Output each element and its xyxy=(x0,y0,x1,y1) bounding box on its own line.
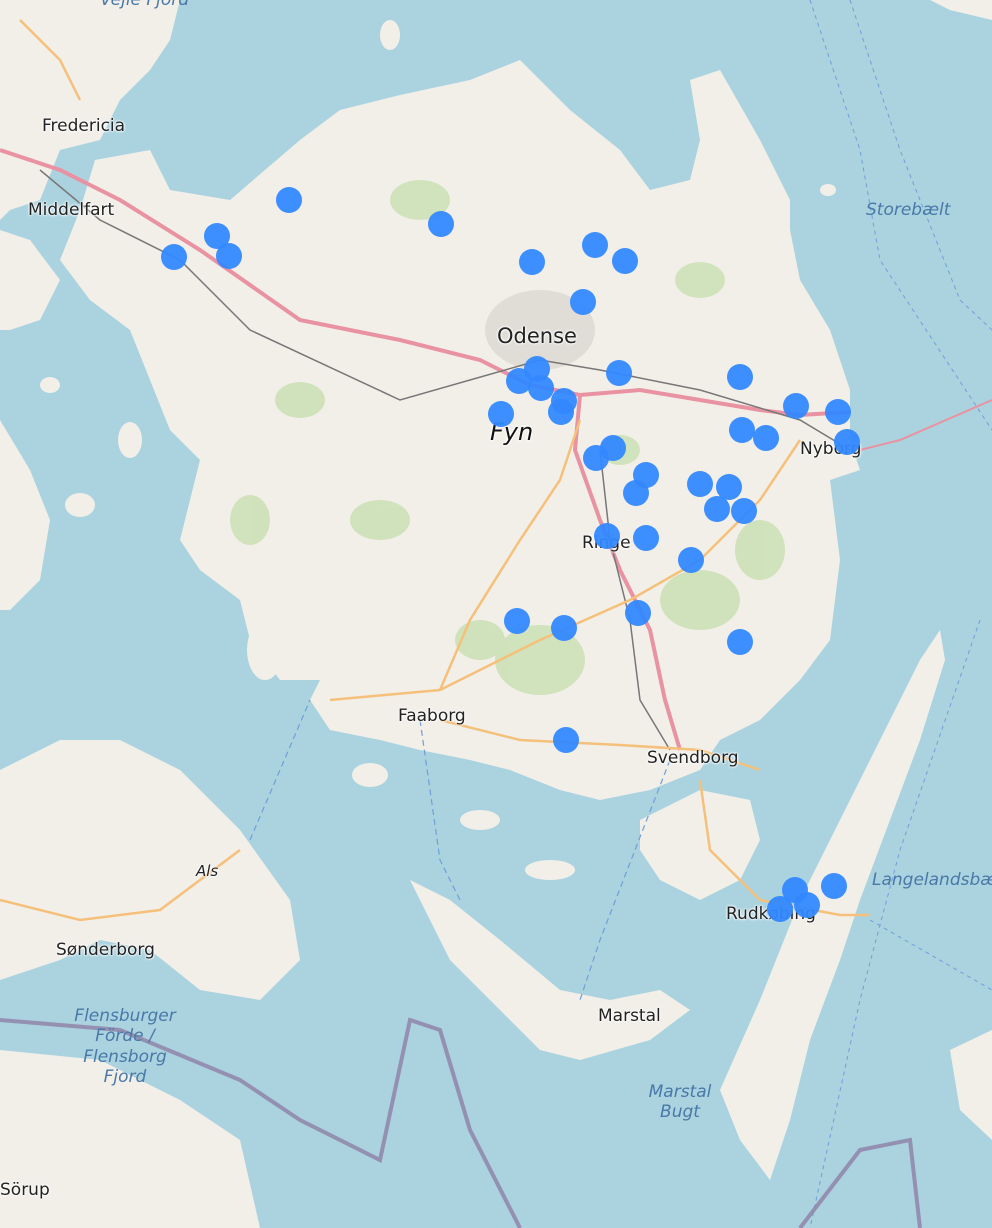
map-marker[interactable] xyxy=(753,425,779,451)
map-marker[interactable] xyxy=(519,249,545,275)
map-marker[interactable] xyxy=(612,248,638,274)
label-langelandsbaelt: Langelandsbælt xyxy=(872,870,992,890)
map-marker[interactable] xyxy=(582,232,608,258)
map-marker[interactable] xyxy=(551,615,577,641)
map-marker[interactable] xyxy=(504,608,530,634)
map-marker[interactable] xyxy=(276,187,302,213)
map-marker[interactable] xyxy=(704,496,730,522)
map-marker[interactable] xyxy=(729,417,755,443)
map-marker[interactable] xyxy=(625,600,651,626)
label-sonderborg: Sønderborg xyxy=(56,940,155,960)
map-marker[interactable] xyxy=(600,435,626,461)
label-marstal: Marstal xyxy=(598,1006,661,1026)
label-flensburger-forde: Flensburger Förde / Flensborg Fjord xyxy=(70,1006,180,1088)
map-marker[interactable] xyxy=(488,401,514,427)
map-marker[interactable] xyxy=(678,547,704,573)
map-marker[interactable] xyxy=(553,727,579,753)
label-faaborg: Faaborg xyxy=(398,706,466,726)
label-middelfart: Middelfart xyxy=(28,200,115,220)
map-marker[interactable] xyxy=(834,429,860,455)
map-marker[interactable] xyxy=(428,211,454,237)
map-marker[interactable] xyxy=(687,471,713,497)
label-marstal-bugt-line1: Marstal xyxy=(648,1082,712,1102)
map-marker[interactable] xyxy=(794,892,820,918)
map-marker[interactable] xyxy=(528,375,554,401)
label-flensburger-line2: Förde / xyxy=(95,1026,155,1047)
label-storebaelt: Storebælt xyxy=(866,200,951,220)
map-marker[interactable] xyxy=(594,523,620,549)
label-marstal-bugt: Marstal Bugt xyxy=(640,1082,720,1123)
map-view[interactable]: Vejle Fjord Fredericia Middelfart Odense… xyxy=(0,0,992,1228)
label-flensburger-line3: Flensborg xyxy=(83,1046,167,1067)
map-marker[interactable] xyxy=(825,399,851,425)
label-marstal-bugt-line2: Bugt xyxy=(660,1102,700,1123)
map-marker[interactable] xyxy=(783,393,809,419)
map-marker[interactable] xyxy=(161,244,187,270)
label-odense: Odense xyxy=(497,324,577,348)
label-fredericia: Fredericia xyxy=(42,116,126,136)
map-marker[interactable] xyxy=(731,498,757,524)
label-flensburger-line4: Fjord xyxy=(103,1067,147,1088)
map-marker[interactable] xyxy=(216,243,242,269)
map-marker[interactable] xyxy=(727,364,753,390)
label-vejle-fjord: Vejle Fjord xyxy=(100,0,190,10)
label-als: Als xyxy=(196,862,219,880)
label-sorup: Sörup xyxy=(0,1180,50,1200)
map-marker[interactable] xyxy=(606,360,632,386)
map-marker[interactable] xyxy=(623,480,649,506)
map-marker[interactable] xyxy=(821,873,847,899)
map-marker[interactable] xyxy=(727,629,753,655)
label-svendborg: Svendborg xyxy=(647,748,739,768)
map-marker[interactable] xyxy=(633,525,659,551)
map-marker[interactable] xyxy=(767,896,793,922)
map-marker[interactable] xyxy=(570,289,596,315)
label-flensburger-line1: Flensburger xyxy=(74,1006,176,1026)
map-marker[interactable] xyxy=(548,399,574,425)
